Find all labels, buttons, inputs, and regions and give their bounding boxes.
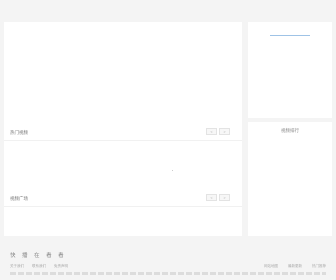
footer-link-sitemap[interactable]: 网站地图 bbox=[264, 264, 278, 269]
section-title-hot-videos: 热门视频 bbox=[10, 130, 28, 135]
video-square-pager: < > bbox=[206, 194, 230, 201]
hot-videos-prev-button[interactable]: < bbox=[206, 128, 217, 135]
main-content-panel: 热门视频 < > 视频广场 < > bbox=[4, 22, 242, 236]
footer-description bbox=[10, 272, 326, 275]
hot-videos-next-button[interactable]: > bbox=[219, 128, 230, 135]
sidebar-ranking-panel: 视频排行 bbox=[248, 122, 332, 236]
loading-indicator bbox=[172, 170, 173, 171]
section-title-video-square: 视频广场 bbox=[10, 196, 28, 201]
section-divider bbox=[4, 140, 242, 141]
footer-link-latest[interactable]: 最新更新 bbox=[288, 264, 302, 269]
video-square-next-button[interactable]: > bbox=[219, 194, 230, 201]
footer-right-links: 网站地图 最新更新 热门推荐 bbox=[264, 264, 326, 269]
footer-link-contact[interactable]: 联系我们 bbox=[32, 264, 46, 269]
sidebar-ranking-title: 视频排行 bbox=[281, 128, 299, 133]
footer-links: 关于我们 联系我们 免责声明 bbox=[10, 264, 68, 269]
sidebar-top-link[interactable] bbox=[270, 35, 310, 36]
footer-brand: 快 播 在 看 看 bbox=[10, 253, 67, 259]
footer-link-disclaimer[interactable]: 免责声明 bbox=[54, 264, 68, 269]
footer-link-popular[interactable]: 热门推荐 bbox=[312, 264, 326, 269]
section-divider bbox=[4, 206, 242, 207]
hot-videos-pager: < > bbox=[206, 128, 230, 135]
footer-link-about[interactable]: 关于我们 bbox=[10, 264, 24, 269]
page: 热门视频 < > 视频广场 < > 视频排行 快 播 在 看 看 关于我们 联系… bbox=[0, 0, 336, 280]
video-square-prev-button[interactable]: < bbox=[206, 194, 217, 201]
sidebar-top-panel bbox=[248, 22, 332, 118]
